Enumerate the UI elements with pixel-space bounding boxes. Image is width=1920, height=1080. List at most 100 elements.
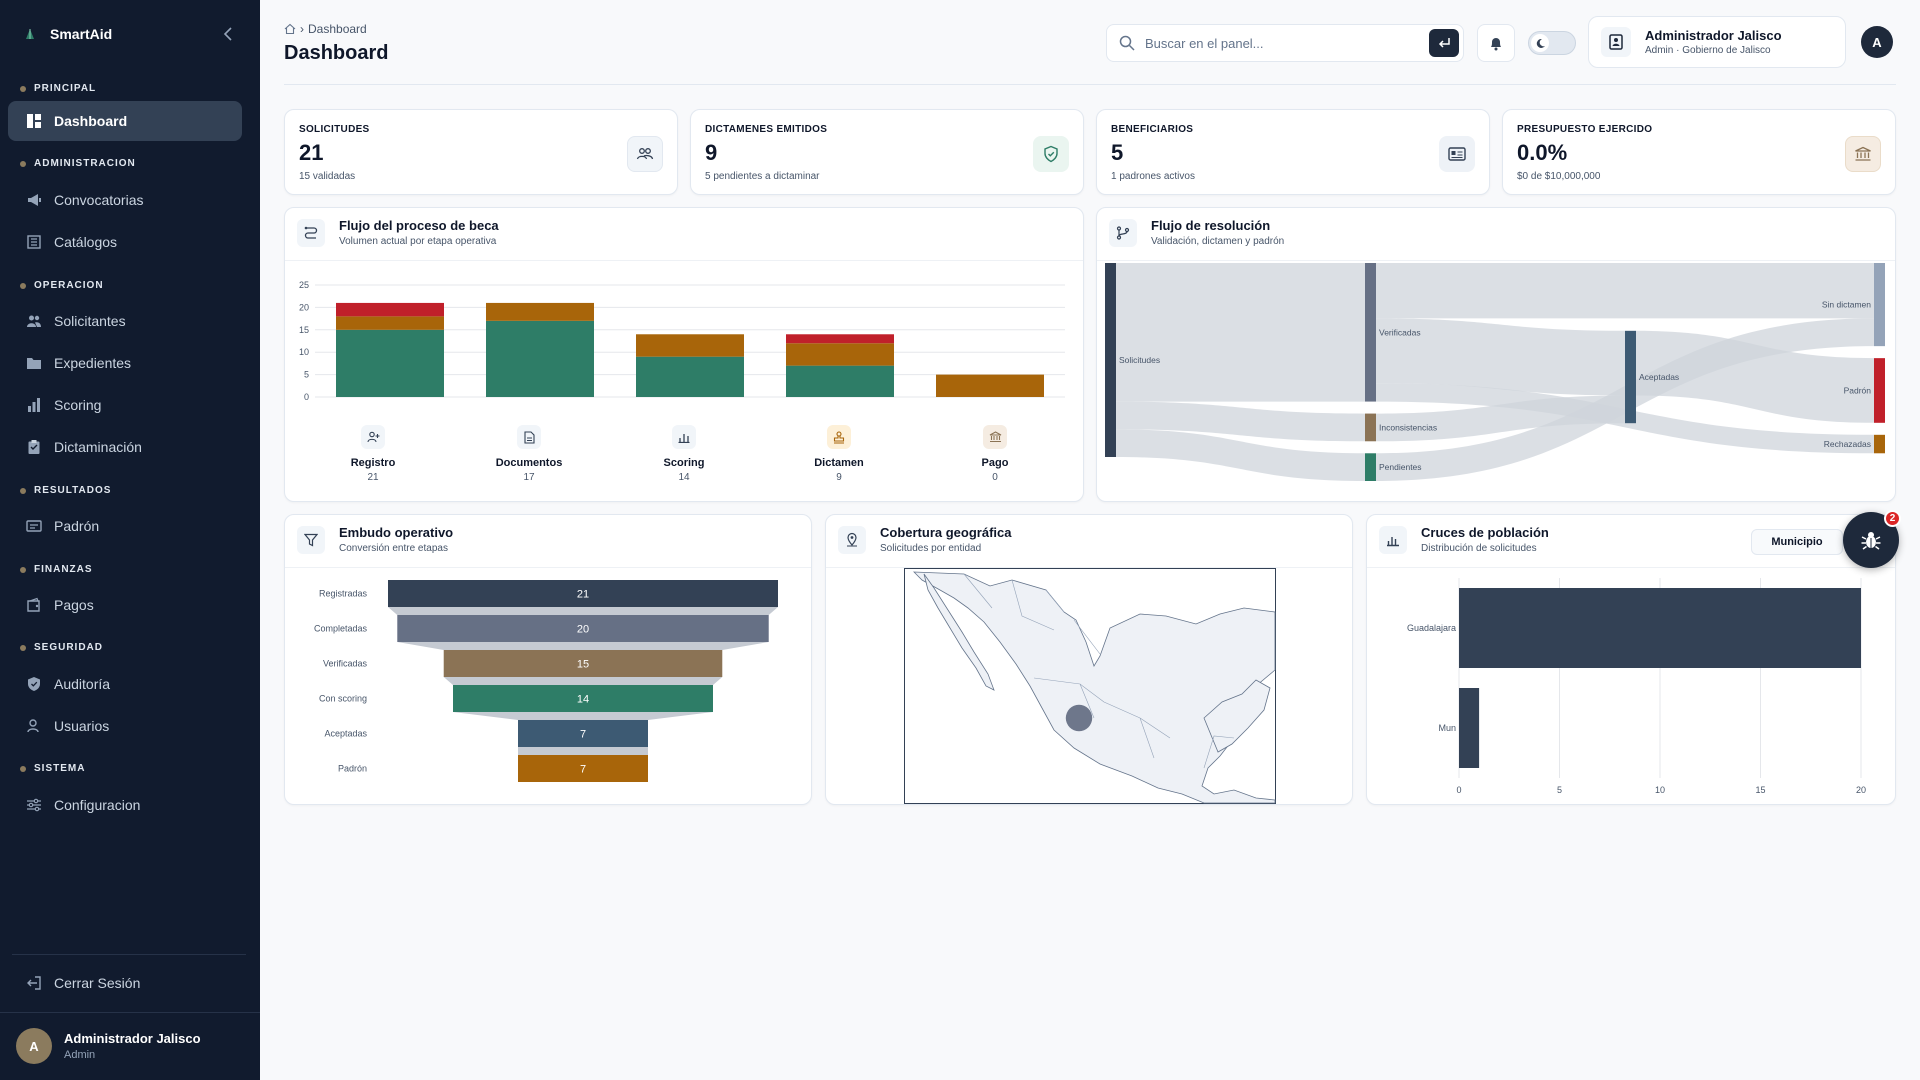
sankey-node-label: Inconsistencias [1379,422,1437,432]
id-card-icon [1439,136,1475,172]
card-subtitle: Volumen actual por etapa operativa [339,236,497,247]
route-icon [297,218,325,247]
sidebar-item-solicitantes[interactable]: Solicitantes [8,301,242,341]
flujo-beca-card: Flujo del proceso de beca Volumen actual… [284,207,1084,502]
stage-dictamen: Dictamen 9 [789,425,889,483]
stacked-bar-chart: 0510152025SolicitantesExpedientesScoring… [299,280,1065,402]
kpi-card-presupuesto[interactable]: PRESUPUESTO EJERCIDO 0.0% $0 de $10,000,… [1502,109,1896,195]
funnel-value: 21 [577,589,589,601]
sankey-node-label: Rechazadas [1824,439,1871,449]
logout-label: Cerrar Sesión [54,975,141,991]
wallet-icon [27,597,40,612]
kpi-card-dictamenes[interactable]: DICTAMENES EMITIDOS 9 5 pendientes a dic… [690,109,1084,195]
sidebar-item-label: Auditoría [54,676,111,692]
funnel-chart: 21 Registradas 20 Completadas 15 Verificadas 1… [314,580,778,782]
funnel-connector [388,607,778,615]
card-divider [1367,567,1895,568]
funnel-value: 7 [580,764,586,776]
kpi-card-beneficiarios[interactable]: BENEFICIARIOS 5 1 padrones activos [1096,109,1490,195]
funnel-connector [453,712,713,720]
y-tick-label: 10 [299,347,309,357]
dashboard-icon [27,114,41,128]
stage-label: Documentos [495,457,563,469]
mexico-map[interactable] [904,568,1276,804]
sankey-chart: Solicitudes Verificadas Inconsistencias Pen… [1105,263,1885,481]
card-title: Embudo operativo [339,525,454,540]
brand[interactable]: SmartAid [24,22,112,46]
breadcrumb-current[interactable]: Dashboard [308,22,367,36]
bug-icon [1861,532,1881,550]
stage-value: 17 [523,472,535,483]
map-bubble-jalisco[interactable] [1065,704,1093,732]
kpi-card-solicitudes[interactable]: SOLICITUDES 21 15 validadas [284,109,678,195]
logout-icon [27,976,41,990]
section-resultados: RESULTADOS [20,485,111,496]
sidebar-item-configuracion[interactable]: Configuracion [8,785,242,825]
notification-badge: 2 [1884,510,1901,527]
sidebar-item-expedientes[interactable]: Expedientes [8,343,242,383]
user-card[interactable]: Administrador Jalisco Admin · Gobierno d… [1588,16,1846,68]
stage-value: 9 [836,472,842,483]
kpi-value: 0.0% [1517,140,1568,165]
bar-segment [936,374,1044,397]
sidebar-item-convocatorias[interactable]: Convocatorias [8,180,242,220]
card-title: Cruces de población [1421,525,1549,540]
sidebar-item-label: Usuarios [54,718,110,734]
stage-value: 0 [992,472,998,483]
funnel-category-label: Completadas [314,624,368,634]
sankey-node [1365,263,1376,402]
sidebar-item-usuarios[interactable]: Usuarios [8,706,242,746]
x-tick-label: 15 [1755,785,1765,795]
card-divider [285,260,1083,261]
stage-value: 14 [678,472,690,483]
kpi-label: DICTAMENES EMITIDOS [705,124,828,135]
funnel-category-label: Con scoring [319,694,367,704]
bar-segment [486,320,594,397]
sankey-node-label: Solicitudes [1119,355,1160,365]
folder-icon [27,358,41,369]
bank-icon [983,425,1007,449]
home-icon[interactable] [284,23,296,35]
section-principal: PRINCIPAL [20,83,96,94]
filter-icon [297,525,325,554]
card-subtitle: Conversión entre etapas [339,543,448,554]
sidebar-item-padron[interactable]: Padrón [8,506,242,546]
sidebar-item-label: Pagos [54,597,94,613]
users-icon [627,136,663,172]
header-avatar[interactable]: A [1861,26,1893,58]
funnel-value: 14 [577,694,589,706]
cruces-card: Cruces de población Distribución de soli… [1366,514,1896,805]
user-icon [27,719,39,733]
sidebar-item-catalogos[interactable]: Catálogos [8,222,242,262]
card-title: Cobertura geográfica [880,525,1012,540]
logout-button[interactable]: Cerrar Sesión [8,963,242,1003]
bar-segment [486,302,594,321]
sidebar-item-auditoria[interactable]: Auditoría [8,664,242,704]
search-submit-button[interactable] [1429,29,1459,57]
card-header: Cobertura geográfica Solicitudes por ent… [838,525,1011,554]
bar-chart-icon [28,398,40,412]
sidebar-item-label: Expedientes [54,355,132,371]
search-box [1106,24,1464,62]
bar-segment [636,356,744,397]
sidebar-user[interactable]: A Administrador Jalisco Admin [16,1028,201,1064]
sidebar-divider [0,1012,260,1013]
kpi-subtext: $0 de $10,000,000 [1517,171,1601,182]
notifications-button[interactable] [1477,24,1515,62]
search-input[interactable] [1145,35,1415,51]
funnel-connector [397,642,769,650]
theme-toggle[interactable] [1528,31,1576,55]
sidebar-item-dashboard[interactable]: Dashboard [8,101,242,141]
badge-icon-wrapper [1601,27,1631,57]
bar-segment [786,365,894,397]
sidebar-item-pagos[interactable]: Pagos [8,585,242,625]
stage-registro: Registro 21 [323,425,423,483]
y-tick-label: 15 [299,325,309,335]
flujo-resolucion-card: Flujo de resolución Validación, dictamen… [1096,207,1896,502]
sidebar-item-dictaminacion[interactable]: Dictaminación [8,427,242,467]
sidebar-item-label: Dictaminación [54,439,142,455]
municipio-selector[interactable]: Municipio [1751,529,1843,555]
sidebar-item-scoring[interactable]: Scoring [8,385,242,425]
chevron-left-icon[interactable] [220,24,236,44]
horizontal-bar-chart: 0 5 10 15 20 Guadalajara Mun [1407,578,1866,795]
